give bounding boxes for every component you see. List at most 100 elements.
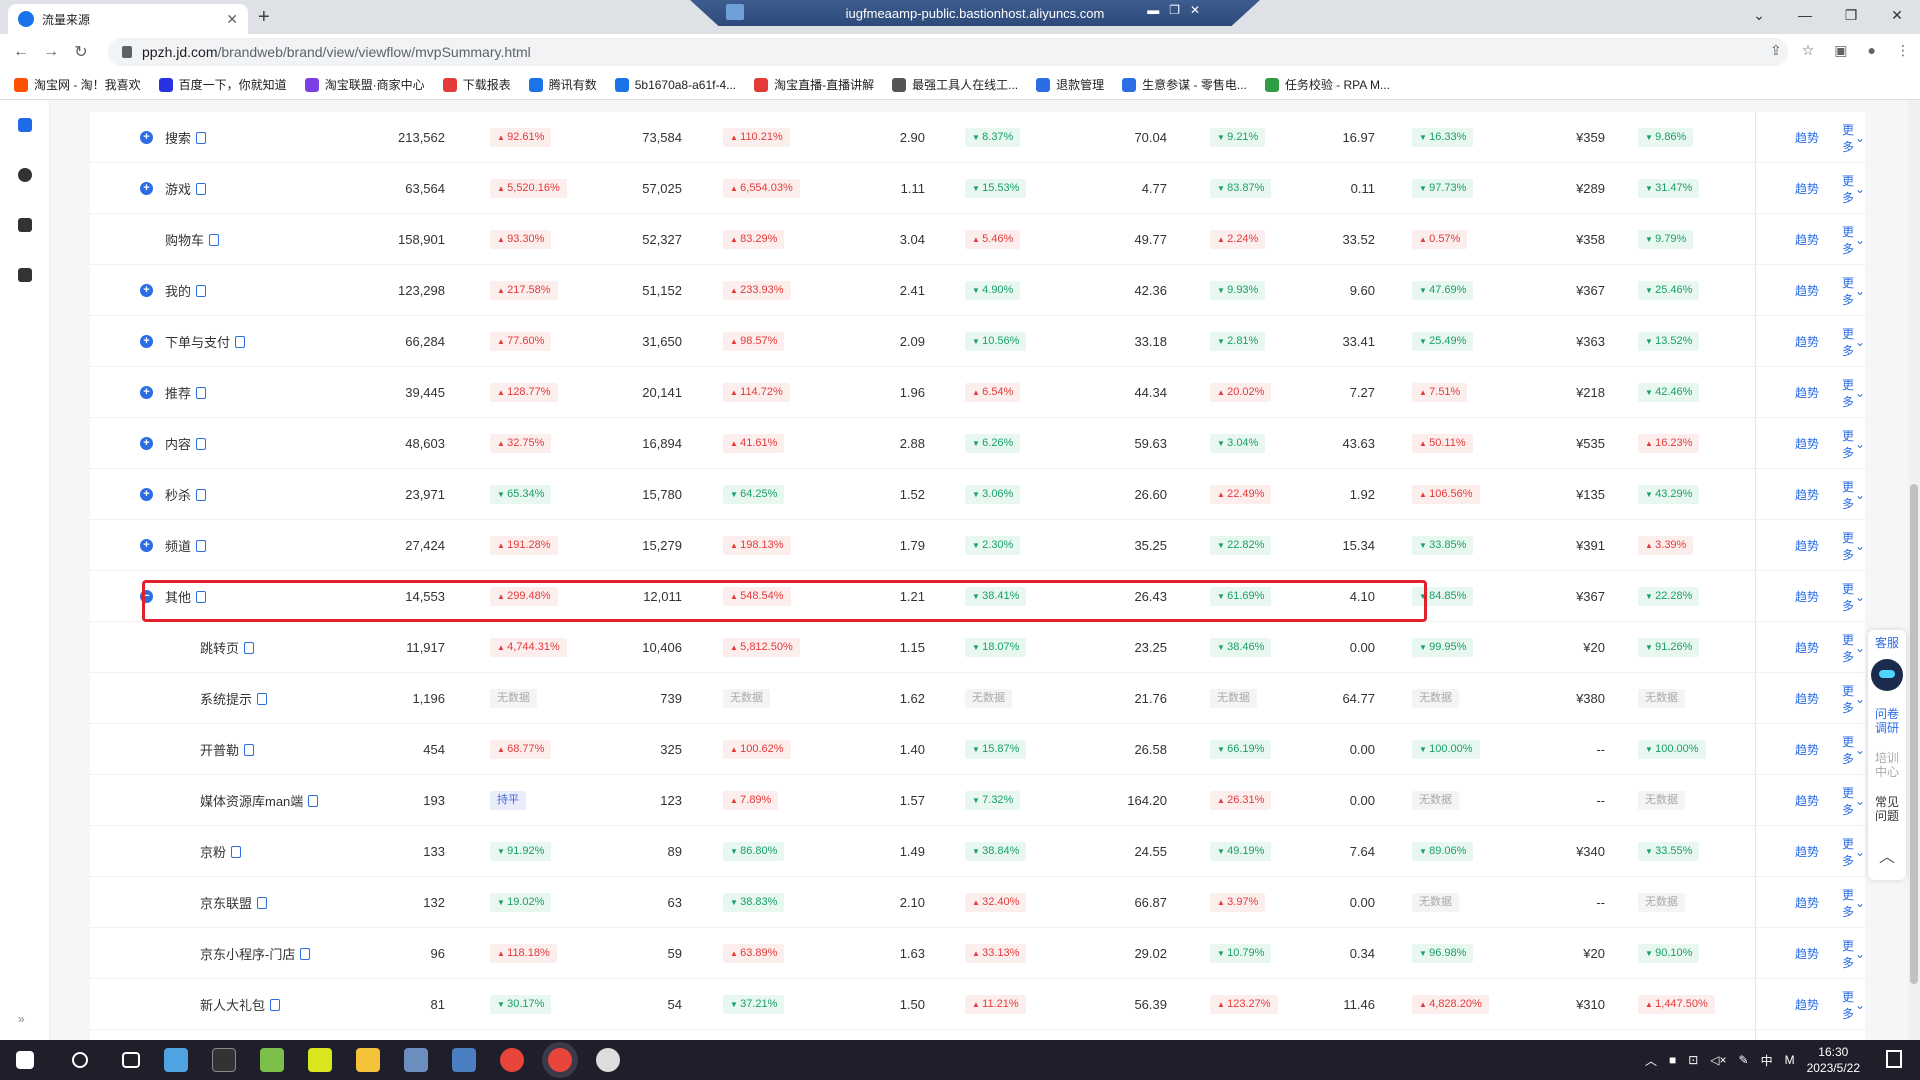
app-tool-icon[interactable] — [404, 1048, 428, 1072]
detail-doc-icon[interactable] — [209, 233, 220, 246]
tray-chevron-icon[interactable]: ︿ — [1645, 1052, 1657, 1069]
volume-icon[interactable]: ◁× — [1710, 1053, 1726, 1067]
bookmark-item[interactable]: 淘宝联盟·商家中心 — [304, 76, 425, 93]
expand-row-icon[interactable]: + — [140, 539, 153, 552]
expand-row-icon[interactable]: + — [140, 182, 153, 195]
detail-doc-icon[interactable] — [308, 794, 319, 807]
app-network-icon[interactable] — [452, 1048, 476, 1072]
more-dropdown[interactable]: 更多 ⌄ — [1842, 214, 1865, 265]
trend-link[interactable]: 趋势 — [1795, 112, 1819, 163]
faq-link[interactable]: 常见问题 — [1874, 795, 1900, 823]
detail-doc-icon[interactable] — [244, 641, 255, 654]
ime-indicator[interactable]: 中 — [1761, 1052, 1773, 1069]
detail-doc-icon[interactable] — [196, 590, 207, 603]
robot-assistant-icon[interactable] — [1871, 659, 1903, 691]
more-dropdown[interactable]: 更多 ⌄ — [1842, 520, 1865, 571]
detail-doc-icon[interactable] — [196, 437, 207, 450]
trend-link[interactable]: 趋势 — [1795, 673, 1819, 724]
network-icon[interactable]: ⊡ — [1688, 1053, 1698, 1067]
notification-icon[interactable] — [1886, 1050, 1902, 1068]
detail-doc-icon[interactable] — [300, 947, 311, 960]
trend-link[interactable]: 趋势 — [1795, 520, 1819, 571]
side-panel-icon[interactable]: ▣ — [1834, 42, 1847, 59]
bookmark-item[interactable]: 任务校验 - RPA M... — [1264, 76, 1390, 93]
detail-doc-icon[interactable] — [257, 896, 268, 909]
detail-doc-icon[interactable] — [196, 182, 207, 195]
bookmark-item[interactable]: 下载报表 — [442, 76, 511, 93]
page-scrollbar[interactable] — [1908, 100, 1920, 1040]
app-remote-desktop-icon[interactable] — [164, 1048, 188, 1072]
more-dropdown[interactable]: 更多 ⌄ — [1842, 571, 1865, 622]
detail-doc-icon[interactable] — [257, 692, 268, 705]
expand-row-icon[interactable]: + — [140, 386, 153, 399]
sidebar-target-icon[interactable] — [17, 168, 32, 182]
more-dropdown[interactable]: 更多 ⌄ — [1842, 673, 1865, 724]
bookmark-item[interactable]: 腾讯有数 — [528, 76, 597, 93]
training-center-link[interactable]: 培训中心 — [1874, 751, 1900, 779]
ime-mode-icon[interactable]: M — [1785, 1053, 1795, 1067]
more-dropdown[interactable]: 更多 ⌄ — [1842, 826, 1865, 877]
detail-doc-icon[interactable] — [270, 998, 281, 1011]
browser-tab[interactable]: 流量来源 ✕ — [8, 4, 248, 34]
expand-row-icon[interactable]: + — [140, 437, 153, 450]
profile-avatar-icon[interactable]: ● — [1868, 42, 1876, 59]
detail-doc-icon[interactable] — [196, 386, 207, 399]
more-dropdown[interactable]: 更多 ⌄ — [1842, 469, 1865, 520]
share-icon[interactable]: ⇪ — [1770, 42, 1782, 59]
survey-link[interactable]: 问卷调研 — [1874, 707, 1900, 735]
customer-service-label[interactable]: 客服 — [1875, 634, 1899, 651]
back-icon[interactable]: ← — [6, 43, 36, 61]
trend-link[interactable]: 趋势 — [1795, 469, 1819, 520]
more-dropdown[interactable]: 更多 ⌄ — [1842, 724, 1865, 775]
bookmark-item[interactable]: 生意参谋 - 零售电... — [1122, 76, 1247, 93]
trend-link[interactable]: 趋势 — [1795, 877, 1819, 928]
more-dropdown[interactable]: 更多 ⌄ — [1842, 112, 1865, 163]
bookmark-item[interactable]: 淘宝网 - 淘！我喜欢 — [14, 76, 141, 93]
detail-doc-icon[interactable] — [231, 845, 242, 858]
start-icon[interactable] — [16, 1051, 34, 1069]
app-chrome-icon[interactable] — [500, 1048, 524, 1072]
expand-row-icon[interactable]: + — [140, 284, 153, 297]
expand-row-icon[interactable]: + — [140, 131, 153, 144]
sidebar-expand-icon[interactable]: » — [18, 1012, 25, 1026]
app-notepad-icon[interactable] — [260, 1048, 284, 1072]
bookmark-item[interactable]: 退款管理 — [1036, 76, 1104, 93]
trend-link[interactable]: 趋势 — [1795, 724, 1819, 775]
trend-link[interactable]: 趋势 — [1795, 979, 1819, 1030]
task-view-icon[interactable] — [122, 1052, 140, 1068]
expand-row-icon[interactable]: + — [140, 335, 153, 348]
tab-list-icon[interactable]: ⌄ — [1736, 0, 1782, 30]
trend-link[interactable]: 趋势 — [1795, 775, 1819, 826]
search-icon[interactable] — [72, 1052, 88, 1068]
more-dropdown[interactable]: 更多 ⌄ — [1842, 163, 1865, 214]
app-pycharm-icon[interactable] — [308, 1048, 332, 1072]
minimize-icon[interactable]: — — [1782, 0, 1828, 30]
bookmark-item[interactable]: 5b1670a8-a61f-4... — [614, 77, 736, 92]
trend-link[interactable]: 趋势 — [1795, 418, 1819, 469]
remote-session-controls[interactable]: ▬❐✕ — [1147, 3, 1210, 17]
more-dropdown[interactable]: 更多 ⌄ — [1842, 367, 1865, 418]
detail-doc-icon[interactable] — [196, 488, 207, 501]
detail-doc-icon[interactable] — [244, 743, 255, 756]
trend-link[interactable]: 趋势 — [1795, 571, 1819, 622]
pen-icon[interactable]: ✎ — [1739, 1053, 1749, 1067]
app-explorer-icon[interactable] — [356, 1048, 380, 1072]
more-dropdown[interactable]: 更多 ⌄ — [1842, 622, 1865, 673]
sidebar-overview-icon[interactable] — [17, 118, 32, 132]
trend-link[interactable]: 趋势 — [1795, 316, 1819, 367]
detail-doc-icon[interactable] — [196, 539, 207, 552]
more-dropdown[interactable]: 更多 ⌄ — [1842, 979, 1865, 1030]
more-dropdown[interactable]: 更多 ⌄ — [1842, 265, 1865, 316]
bookmark-item[interactable]: 百度一下，你就知道 — [158, 76, 287, 93]
app-terminal-icon[interactable] — [212, 1048, 236, 1072]
sidebar-monitor-icon[interactable] — [17, 218, 32, 232]
trend-link[interactable]: 趋势 — [1795, 163, 1819, 214]
trend-link[interactable]: 趋势 — [1795, 622, 1819, 673]
detail-doc-icon[interactable] — [196, 131, 207, 144]
close-window-icon[interactable]: ✕ — [1874, 0, 1920, 30]
app-chrome-active-icon[interactable] — [548, 1048, 572, 1072]
trend-link[interactable]: 趋势 — [1795, 214, 1819, 265]
sidebar-list-icon[interactable] — [17, 268, 32, 282]
bookmark-item[interactable]: 最强工具人在线工... — [892, 76, 1018, 93]
trend-link[interactable]: 趋势 — [1795, 826, 1819, 877]
